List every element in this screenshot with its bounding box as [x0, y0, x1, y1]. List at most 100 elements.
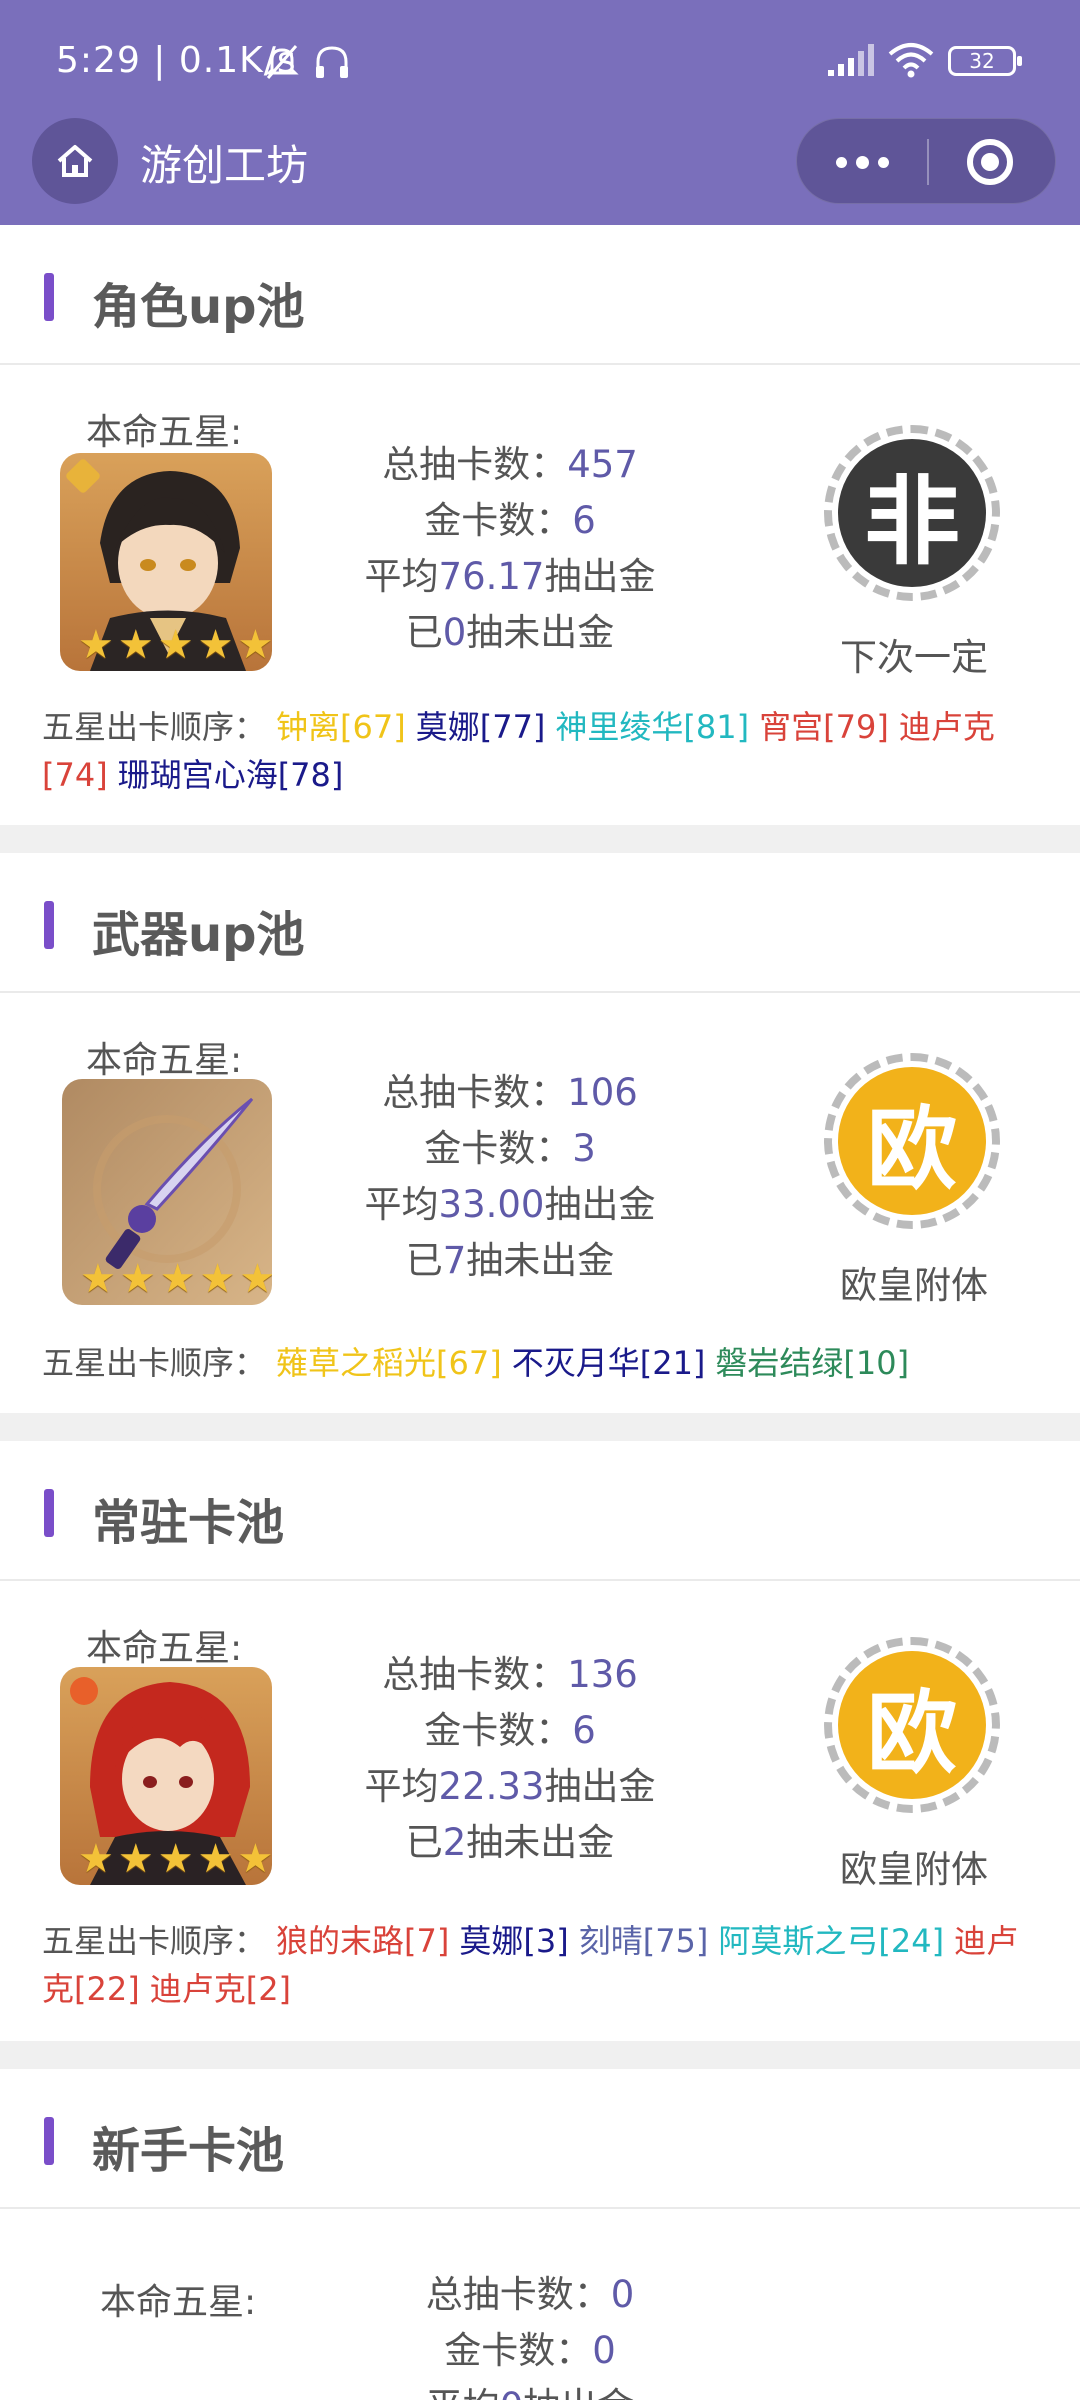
- badge-glyph: 欧: [838, 1067, 986, 1215]
- pool-beginner: 新手卡池 本命五星: 总抽卡数：0 金卡数：0 平均0抽出金: [0, 2069, 1080, 2400]
- five-star-rating: ★ ★ ★ ★ ★: [78, 622, 272, 668]
- gold-count-row: 金卡数：6: [424, 1709, 596, 1752]
- order-entry: 莫娜[77]: [415, 708, 546, 746]
- five-star-label: 本命五星:: [86, 1628, 243, 1669]
- five-star-label: 本命五星:: [86, 1040, 243, 1081]
- pool-weapon-up: 武器up池 本命五星: ★ ★ ★ ★ ★ 总抽卡数：106 金卡数：3 平均33.00…: [0, 853, 1080, 1413]
- total-pulls-row: 总抽卡数：136: [382, 1653, 638, 1696]
- pool-title: 武器up池: [92, 907, 305, 963]
- pool-stats: 总抽卡数：106 金卡数：3 平均33.00抽出金 已7抽未出金: [300, 1065, 720, 1289]
- order-label: 五星出卡顺序：: [42, 708, 267, 746]
- badge-label: 欧皇附体: [840, 1848, 988, 1891]
- average-value: 0: [500, 2385, 524, 2400]
- gold-count-value: 3: [572, 1127, 596, 1170]
- total-pulls-value: 136: [567, 1653, 638, 1696]
- weapon-avatar[interactable]: ★ ★ ★ ★ ★: [62, 1079, 272, 1305]
- order-entry: 钟离[67]: [276, 708, 406, 746]
- gold-count-row: 金卡数：6: [424, 499, 596, 542]
- pity-row: 已7抽未出金: [405, 1239, 615, 1282]
- page-title: 游创工坊: [140, 141, 309, 190]
- order-entry: 不灭月华[21]: [511, 1344, 706, 1382]
- home-icon: [57, 145, 93, 177]
- total-pulls-row: 总抽卡数：106: [382, 1071, 638, 1114]
- character-avatar[interactable]: ★ ★ ★ ★ ★: [60, 453, 272, 671]
- miniprogram-capsule: [796, 118, 1056, 204]
- pool-stats: 总抽卡数：136 金卡数：6 平均22.33抽出金 已2抽未出金: [300, 1647, 720, 1871]
- accent-bar: [44, 2117, 54, 2165]
- pool-header: 常驻卡池: [0, 1441, 1080, 1581]
- five-star-order: 五星出卡顺序： 钟离[67] 莫娜[77] 神里绫华[81] 宵宫[79] 迪卢克[74]…: [42, 703, 1042, 799]
- order-entry: 迪卢克[2]: [149, 1970, 292, 2008]
- average-row: 平均33.00抽出金: [364, 1183, 656, 1226]
- total-pulls-value: 0: [610, 2273, 635, 2316]
- order-entry: 狼的末路[7]: [276, 1922, 450, 1960]
- gold-count-value: 0: [592, 2329, 616, 2372]
- pool-header: 武器up池: [0, 853, 1080, 993]
- order-label: 五星出卡顺序：: [42, 1922, 267, 1960]
- average-row: 平均76.17抽出金: [364, 555, 656, 598]
- top-bar: 5:29 | 0.1K/s 32 游创工坊: [0, 0, 1080, 225]
- total-pulls-row: 总抽卡数：457: [382, 443, 638, 486]
- pool-stats: 总抽卡数：457 金卡数：6 平均76.17抽出金 已0抽未出金: [300, 437, 720, 661]
- gold-count-row: 金卡数：0: [444, 2329, 616, 2372]
- pity-value: 2: [442, 1821, 467, 1864]
- average-row: 平均0抽出金: [320, 2379, 740, 2400]
- more-dots-icon: [835, 156, 847, 168]
- home-button[interactable]: [32, 118, 118, 204]
- battery-indicator: 32: [948, 46, 1022, 76]
- gold-count-value: 6: [572, 1709, 596, 1752]
- pool-standard: 常驻卡池 本命五星: ★ ★ ★ ★ ★ 总抽卡数：136 金卡数：6 平均22.33抽…: [0, 1441, 1080, 2041]
- order-label: 五星出卡顺序：: [42, 1344, 267, 1382]
- five-star-order: 五星出卡顺序： 薙草之稻光[67] 不灭月华[21] 磐岩结绿[10]: [42, 1339, 1042, 1387]
- total-pulls-row: 总抽卡数：0: [425, 2273, 635, 2316]
- order-entry: 莫娜[3]: [459, 1922, 569, 1960]
- signal-icon: [828, 44, 874, 76]
- pity-row: 已0抽未出金: [405, 611, 615, 654]
- pity-value: 0: [442, 611, 467, 654]
- five-star-rating: ★ ★ ★ ★ ★: [78, 1836, 272, 1882]
- status-time: 5:29 | 0.1K/s: [56, 40, 297, 81]
- total-pulls-value: 106: [567, 1071, 638, 1114]
- accent-bar: [44, 273, 54, 321]
- more-menu-button[interactable]: [797, 119, 927, 205]
- wifi-icon: [888, 43, 934, 78]
- average-value: 76.17: [438, 555, 545, 598]
- order-entry: 薙草之稻光[67]: [276, 1344, 502, 1382]
- pool-character-up: 角色up池 本命五星: ★ ★ ★ ★ ★ 总抽卡数：457 金卡数：6 平均76.17…: [0, 225, 1080, 825]
- five-star-label: 本命五星:: [100, 2282, 257, 2323]
- luck-badge: 欧: [824, 1637, 1000, 1813]
- badge-glyph: 欧: [838, 1651, 986, 1799]
- average-value: 33.00: [438, 1183, 545, 1226]
- bell-off-icon: [265, 45, 299, 79]
- average-row: 平均22.33抽出金: [364, 1765, 656, 1808]
- capsule-divider: [927, 139, 929, 185]
- pool-title: 常驻卡池: [92, 1495, 285, 1551]
- character-avatar[interactable]: ★ ★ ★ ★ ★: [60, 1667, 272, 1885]
- pity-row: 已2抽未出金: [405, 1821, 615, 1864]
- luck-badge: 非: [824, 425, 1000, 601]
- gold-count-row: 金卡数：3: [424, 1127, 596, 1170]
- order-entry: 神里绫华[81]: [555, 708, 750, 746]
- order-entry: 宵宫[79]: [759, 708, 889, 746]
- five-star-order: 五星出卡顺序： 狼的末路[7] 莫娜[3] 刻晴[75] 阿莫斯之弓[24] 迪卢克[22…: [42, 1917, 1042, 2013]
- five-star-rating: ★ ★ ★ ★ ★: [80, 1256, 272, 1302]
- luck-badge: 欧: [824, 1053, 1000, 1229]
- close-miniprogram-button[interactable]: [967, 139, 1013, 185]
- order-entry: 阿莫斯之弓[24]: [718, 1922, 945, 1960]
- pool-header: 角色up池: [0, 225, 1080, 365]
- badge-glyph: 非: [838, 439, 986, 587]
- pool-title: 角色up池: [92, 279, 305, 335]
- average-value: 22.33: [438, 1765, 545, 1808]
- gold-count-value: 6: [572, 499, 596, 542]
- accent-bar: [44, 901, 54, 949]
- badge-label: 下次一定: [840, 636, 988, 679]
- badge-label: 欧皇附体: [840, 1264, 988, 1307]
- pool-stats: 总抽卡数：0 金卡数：0 平均0抽出金: [320, 2267, 740, 2400]
- headphones-icon: [316, 46, 348, 78]
- total-pulls-value: 457: [567, 443, 638, 486]
- pool-header: 新手卡池: [0, 2069, 1080, 2209]
- order-entry: 刻晴[75]: [578, 1922, 709, 1960]
- order-entry: 珊瑚宫心海[78]: [117, 756, 344, 794]
- five-star-label: 本命五星:: [86, 412, 243, 453]
- pity-value: 7: [442, 1239, 467, 1282]
